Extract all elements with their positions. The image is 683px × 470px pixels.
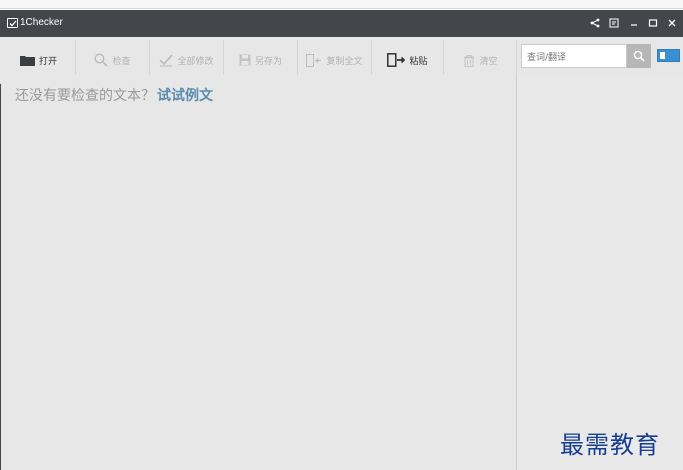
close-icon[interactable]	[665, 16, 679, 30]
maximize-icon[interactable]	[646, 16, 660, 30]
search-input[interactable]	[522, 47, 626, 69]
open-label: 打开	[38, 56, 57, 67]
paste-label: 粘贴	[409, 56, 428, 67]
copy-icon	[306, 53, 322, 67]
clear-label: 清空	[479, 56, 498, 67]
dictionary-panel	[516, 75, 683, 470]
app-logo-icon	[7, 18, 18, 28]
save-as-label: 另存为	[254, 56, 282, 67]
watermark-logo: 最需教育	[560, 431, 660, 459]
share-icon[interactable]	[588, 16, 602, 30]
toggle-knob	[660, 52, 665, 59]
search-button[interactable]	[627, 44, 651, 68]
copy-all-label: 复制全文	[326, 56, 363, 67]
app-title: 1Checker	[20, 17, 63, 28]
paste-icon	[387, 53, 406, 67]
empty-prompt: 还没有要检查的文本？ 试试例文	[15, 85, 213, 105]
feedback-icon[interactable]	[607, 16, 621, 30]
magnifier-icon	[94, 53, 109, 67]
fix-all-label: 全部修改	[177, 56, 214, 67]
panel-toggle[interactable]	[657, 49, 680, 62]
toolbar-divider	[516, 40, 517, 78]
save-icon	[239, 54, 251, 66]
browser-top-strip	[0, 0, 683, 9]
minimize-icon[interactable]	[627, 16, 641, 30]
text-editor[interactable]	[1, 75, 516, 470]
empty-prompt-text: 还没有要检查的文本？	[15, 88, 155, 104]
trash-icon	[463, 54, 475, 67]
title-bar: 1Checker	[1, 10, 683, 37]
search-box	[521, 44, 627, 69]
example-link[interactable]: 试试例文	[157, 88, 213, 104]
check-label: 检查	[112, 56, 131, 67]
search-icon	[633, 47, 645, 66]
check-icon	[159, 54, 174, 67]
folder-icon	[19, 55, 35, 66]
